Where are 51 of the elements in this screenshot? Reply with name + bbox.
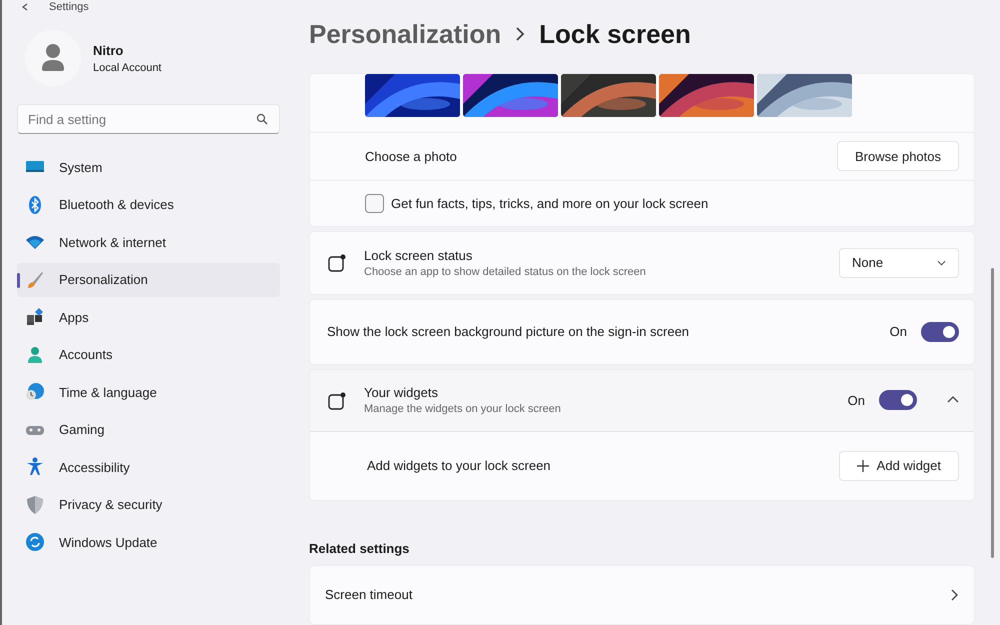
selection-indicator: [17, 272, 20, 288]
search-field[interactable]: Find a setting: [17, 104, 280, 134]
person-icon: [25, 344, 45, 364]
page-title: Lock screen: [539, 18, 691, 50]
window-title: Settings: [49, 1, 89, 13]
toggle-state: On: [848, 392, 865, 408]
nav-item[interactable]: Gaming: [17, 412, 280, 446]
nav-item[interactable]: Time & language: [17, 375, 280, 409]
toggle-switch[interactable]: [879, 390, 917, 410]
add-widget-button[interactable]: Add widget: [838, 450, 959, 481]
account-type: Local Account: [93, 62, 162, 74]
toggle-state: On: [890, 324, 907, 340]
nav-item[interactable]: Apps: [17, 300, 280, 334]
widget-icon: [327, 390, 346, 410]
status-dropdown[interactable]: None: [839, 248, 959, 278]
widget-icon: [327, 253, 346, 272]
setting-description: Choose an app to show detailed status on the lock screen: [364, 266, 647, 278]
search-icon: [256, 113, 268, 125]
nav-item[interactable]: Network & internet: [17, 225, 280, 259]
scrollbar[interactable]: [991, 268, 994, 558]
chevron-right-icon: [515, 27, 526, 42]
account-name: Nitro: [93, 42, 124, 58]
toggle-switch[interactable]: [921, 322, 959, 342]
browse-photos-button[interactable]: Browse photos: [837, 141, 959, 172]
setting-description: Manage the widgets on your lock screen: [364, 403, 562, 416]
settings-link[interactable]: Screen timeout: [309, 564, 975, 625]
globe-clock-icon: [25, 382, 45, 402]
nav-item[interactable]: Windows Update: [17, 525, 280, 559]
nav-item[interactable]: Personalization: [17, 262, 280, 296]
chevron-right-icon: [951, 588, 959, 601]
setting-title: Lock screen status: [364, 248, 474, 263]
chevron-down-icon: [937, 260, 946, 266]
nav-item[interactable]: Accessibility: [17, 450, 280, 484]
paintbrush-icon: [25, 270, 45, 290]
checkbox-label: Get fun facts, tips, tricks, and more on your lock screen: [391, 196, 710, 211]
nav-item[interactable]: Accounts: [17, 338, 280, 372]
accessibility-icon: [25, 457, 45, 477]
setting-label: Add widgets to your lock screen: [367, 458, 552, 474]
nav-item[interactable]: Privacy & security: [17, 488, 280, 522]
breadcrumb-link[interactable]: Personalization: [309, 18, 502, 50]
refresh-icon: [25, 532, 45, 552]
setting-label: Show the lock screen background picture on the sign-in screen: [327, 324, 690, 340]
checkbox[interactable]: [365, 194, 384, 213]
plus-icon: [856, 460, 869, 472]
shield-icon: [25, 494, 45, 514]
nav-item[interactable]: System: [17, 150, 280, 184]
nav-item[interactable]: Bluetooth & devices: [17, 188, 280, 222]
apps-icon: [25, 307, 45, 327]
setting-title: Your widgets: [364, 385, 439, 400]
setting-label: Choose a photo: [365, 148, 458, 164]
section-heading: Related settings: [309, 540, 410, 556]
